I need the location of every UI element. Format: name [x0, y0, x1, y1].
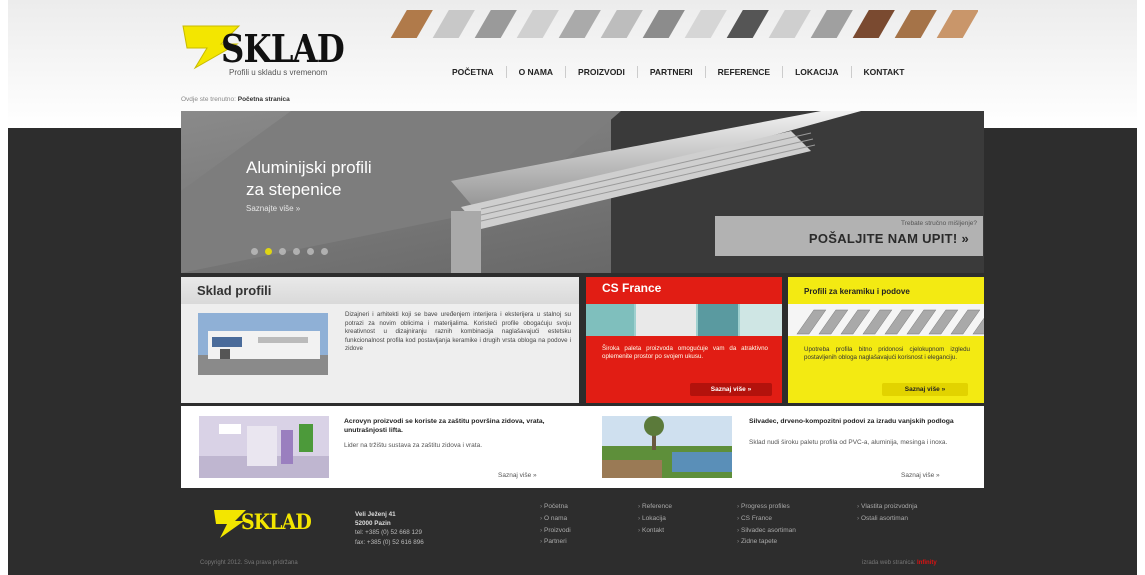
- nav-lokacija[interactable]: LOKACIJA: [782, 66, 850, 78]
- footer-logo-text: SKLAD: [241, 509, 312, 534]
- nav-kontakt[interactable]: KONTAKT: [850, 66, 917, 78]
- main-nav: POČETNA O NAMA PROIZVODI PARTNERI REFERE…: [440, 66, 916, 78]
- footer-logo[interactable]: SKLAD: [213, 507, 343, 541]
- footer-link[interactable]: Lokacija: [638, 513, 672, 525]
- products-row: Acrovyn proizvodi se koriste za zaštitu …: [181, 406, 984, 488]
- nav-proizvodi[interactable]: PROIZVODI: [565, 66, 637, 78]
- cs-france-more-button[interactable]: Saznaj više »: [690, 383, 772, 396]
- slider-dot[interactable]: [321, 248, 328, 255]
- slide-title: Aluminijski profili za stepenice: [246, 157, 372, 201]
- address-city: 52000 Pazin: [355, 520, 391, 528]
- cs-france-title: CS France: [602, 281, 662, 295]
- slider-dots: [251, 248, 328, 255]
- nav-o-nama[interactable]: O NAMA: [505, 66, 565, 78]
- keramika-text: Upotreba profila bitno pridonosi cjeloku…: [804, 346, 970, 362]
- credit-prefix: izrada web stranica:: [862, 560, 916, 566]
- acrovyn-more-link[interactable]: Saznaj više »: [498, 472, 537, 479]
- acrovyn-image: [199, 416, 329, 478]
- footer-link[interactable]: Zidne tapete: [737, 536, 796, 548]
- footer-link[interactable]: Ostali asortiman: [857, 513, 917, 525]
- slider-dot[interactable]: [279, 248, 286, 255]
- logo[interactable]: SKLAD Profili u skladu s vremenom: [181, 24, 371, 79]
- slide-title-line1: Aluminijski profili: [246, 158, 372, 177]
- breadcrumb: Ovdje ste trenutno: Početna stranica: [181, 96, 290, 103]
- footer-link[interactable]: Proizvodi: [540, 525, 571, 537]
- hero-slider[interactable]: Aluminijski profili za stepenice Saznajt…: [181, 111, 984, 273]
- slide-more-link[interactable]: Saznajte više »: [246, 204, 300, 213]
- profiles-header-image: [390, 10, 978, 38]
- inquiry-subtitle: Trebate stručno mišljenje?: [901, 220, 977, 227]
- slider-dot[interactable]: [293, 248, 300, 255]
- slider-dot[interactable]: [251, 248, 258, 255]
- cs-france-image: [586, 304, 782, 336]
- address-phone: tel: +385 (0) 52 668 129: [355, 529, 423, 537]
- footer-link[interactable]: Vlastita proizvodnja: [857, 501, 917, 513]
- silvadec-more-link[interactable]: Saznaj više »: [901, 472, 940, 479]
- inquiry-label: POŠALJITE NAM UPIT! »: [808, 231, 969, 246]
- slider-dot[interactable]: [307, 248, 314, 255]
- footer-link[interactable]: Silvadec asortiman: [737, 525, 796, 537]
- copyright: Copyright 2012. Sva prava pridržana: [200, 560, 298, 566]
- slide-title-line2: za stepenice: [246, 180, 342, 199]
- acrovyn-title: Acrovyn proizvodi se koriste za zaštitu …: [344, 418, 545, 434]
- footer-link[interactable]: O nama: [540, 513, 571, 525]
- footer-links-col4: Vlastita proizvodnja Ostali asortiman: [857, 501, 917, 525]
- credit-brand[interactable]: Infinity: [917, 560, 937, 566]
- nav-partneri[interactable]: PARTNERI: [636, 66, 705, 78]
- cs-france-text: Široka paleta proizvoda omogućuje vam da…: [602, 345, 768, 361]
- keramika-card: Profili za keramiku i podove Upotreba pr…: [788, 277, 984, 403]
- sklad-profili-card: Sklad profili Dizajneri i arhitekti koji…: [181, 277, 579, 403]
- silvadec-text: Sklad nudi široku paletu profila od PVC-…: [749, 439, 948, 446]
- inquiry-button[interactable]: Trebate stručno mišljenje? POŠALJITE NAM…: [715, 216, 983, 256]
- sklad-profili-title: Sklad profili: [181, 277, 579, 304]
- sklad-profili-text: Dizajneri i arhitekti koji se bave uređe…: [345, 311, 571, 353]
- footer-link[interactable]: Partneri: [540, 536, 571, 548]
- footer-address: Veli Ježenj 41 52000 Pazin tel: +385 (0)…: [355, 510, 424, 547]
- slider-dot[interactable]: [265, 248, 272, 255]
- logo-text: SKLAD: [221, 26, 345, 71]
- footer-links-col3: Progress profiles CS France Silvadec aso…: [737, 501, 796, 548]
- silvadec-title: Silvadec, drveno-kompozitni podovi za iz…: [749, 418, 954, 425]
- footer-link[interactable]: Kontakt: [638, 525, 672, 537]
- building-image: [198, 313, 328, 375]
- keramika-title: Profili za keramiku i podove: [804, 287, 910, 296]
- silvadec-image: [602, 416, 732, 478]
- keramika-more-button[interactable]: Saznaj više »: [882, 383, 968, 396]
- logo-tagline: Profili u skladu s vremenom: [229, 68, 328, 77]
- footer-link[interactable]: Progress profiles: [737, 501, 796, 513]
- footer-link[interactable]: Početna: [540, 501, 571, 513]
- credit: izrada web stranica: Infinity: [862, 560, 937, 566]
- cs-france-card: CS France Široka paleta proizvoda omoguć…: [586, 277, 782, 403]
- footer-link[interactable]: CS France: [737, 513, 796, 525]
- address-fax: fax: +385 (0) 52 616 896: [355, 538, 424, 546]
- nav-reference[interactable]: REFERENCE: [704, 66, 782, 78]
- breadcrumb-prefix: Ovdje ste trenutno:: [181, 96, 236, 103]
- breadcrumb-current[interactable]: Početna stranica: [238, 96, 290, 103]
- footer-links-col2: Reference Lokacija Kontakt: [638, 501, 672, 536]
- acrovyn-text: Lider na tržištu sustava za zaštitu zido…: [344, 442, 483, 449]
- keramika-profiles-image: [788, 304, 984, 336]
- footer-links-col1: Početna O nama Proizvodi Partneri: [540, 501, 571, 548]
- nav-pocetna[interactable]: POČETNA: [440, 66, 506, 78]
- address-street: Veli Ježenj 41: [355, 511, 396, 518]
- footer-link[interactable]: Reference: [638, 501, 672, 513]
